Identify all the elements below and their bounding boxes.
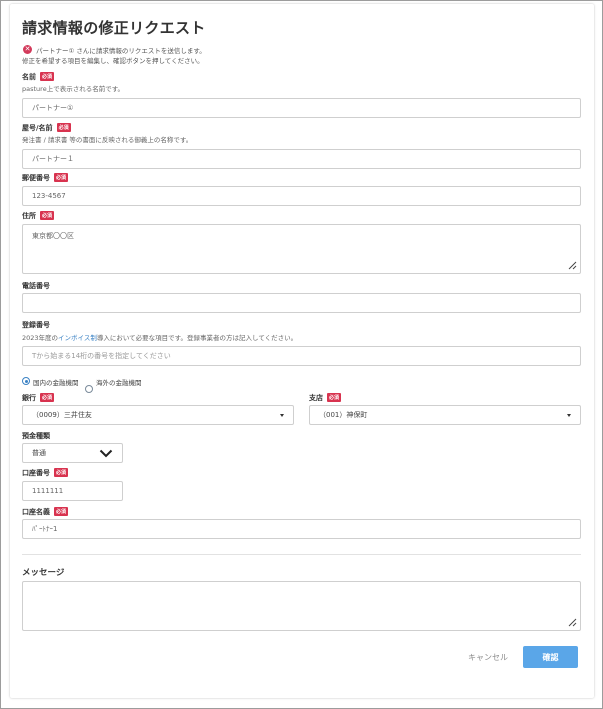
account-name-input-value: ﾊﾟｰﾄﾅｰ1 — [32, 525, 58, 533]
confirm-button[interactable]: 確認 — [523, 646, 578, 668]
address-textarea[interactable]: 東京都〇〇区 — [22, 224, 581, 274]
trade-name-label: 屋号/名前 必須 — [22, 123, 71, 132]
name-input[interactable]: パートナー① — [22, 98, 581, 118]
account-name-input[interactable]: ﾊﾟｰﾄﾅｰ1 — [22, 519, 581, 539]
account-type-label: 預金種類 — [22, 432, 50, 440]
bank-select[interactable]: （0009）三井住友 — [22, 405, 294, 425]
radio-overseas[interactable] — [85, 385, 93, 393]
resize-handle-icon[interactable] — [568, 618, 577, 627]
registration-input[interactable]: Tから始まる14桁の番号を指定してください — [22, 346, 581, 366]
registration-label: 登録番号 — [22, 321, 50, 329]
required-badge: 必須 — [40, 72, 55, 81]
message-label: メッセージ — [22, 568, 65, 578]
chevron-down-icon — [99, 449, 113, 457]
required-badge: 必須 — [54, 468, 69, 477]
name-input-value: パートナー① — [32, 104, 74, 112]
notice-line-1: パートナー① さんに請求情報のリクエストを送信します。 — [36, 47, 206, 55]
trade-name-desc: 発注書 / 請求書 等の書面に反映される御義上の名称です。 — [22, 136, 193, 144]
branch-select[interactable]: （001）神保町 — [309, 405, 581, 425]
postal-code-input[interactable]: 123-4567 — [22, 186, 581, 206]
account-number-label: 口座番号 必須 — [22, 468, 69, 477]
caret-down-icon — [280, 413, 284, 417]
registration-placeholder: Tから始まる14桁の番号を指定してください — [32, 352, 171, 360]
account-name-label: 口座名義 必須 — [22, 507, 69, 516]
address-textarea-value: 東京都〇〇区 — [32, 232, 74, 240]
page-title: 請求情報の修正リクエスト — [22, 19, 206, 37]
radio-overseas-label[interactable]: 海外の金融機関 — [96, 377, 142, 387]
address-label: 住所 必須 — [22, 211, 55, 220]
account-type-select[interactable]: 普通 — [22, 443, 123, 463]
branch-label: 支店 必須 — [309, 393, 342, 402]
radio-domestic[interactable] — [22, 377, 30, 385]
phone-input[interactable] — [22, 293, 581, 313]
account-number-input[interactable]: 1111111 — [22, 481, 123, 501]
name-label: 名前 必須 — [22, 72, 55, 81]
radio-domestic-label[interactable]: 国内の金融機関 — [33, 377, 79, 387]
divider — [22, 554, 581, 555]
caret-down-icon — [567, 413, 571, 417]
required-badge: 必須 — [54, 173, 69, 182]
postal-code-input-value: 123-4567 — [32, 192, 66, 200]
bank-label: 銀行 必須 — [22, 393, 55, 402]
alert-icon: ✕ — [23, 45, 32, 54]
required-badge: 必須 — [54, 507, 69, 516]
required-badge: 必須 — [40, 393, 55, 402]
resize-handle-icon[interactable] — [568, 261, 577, 270]
bank-select-value: （0009）三井住友 — [32, 411, 92, 419]
account-number-input-value: 1111111 — [32, 487, 64, 495]
trade-name-input-value: パートナー１ — [32, 155, 74, 163]
registration-desc: 2023年度のインボイス制導入において必要な項目です。登録事業者の方は記入してく… — [22, 334, 298, 342]
message-textarea[interactable] — [22, 581, 581, 631]
required-badge: 必須 — [56, 123, 71, 132]
required-badge: 必須 — [327, 393, 342, 402]
phone-label: 電話番号 — [22, 282, 50, 290]
notice-line-2: 修正を希望する項目を編集し、確認ボタンを押してください。 — [22, 57, 204, 65]
name-desc: pasture上で表示される名前です。 — [22, 85, 125, 93]
trade-name-input[interactable]: パートナー１ — [22, 149, 581, 169]
branch-select-value: （001）神保町 — [319, 411, 368, 419]
postal-code-label: 郵便番号 必須 — [22, 173, 69, 182]
required-badge: 必須 — [40, 211, 55, 220]
account-type-select-value: 普通 — [32, 449, 46, 457]
invoice-link[interactable]: インボイス制 — [58, 334, 97, 342]
cancel-button[interactable]: キャンセル — [459, 646, 517, 668]
